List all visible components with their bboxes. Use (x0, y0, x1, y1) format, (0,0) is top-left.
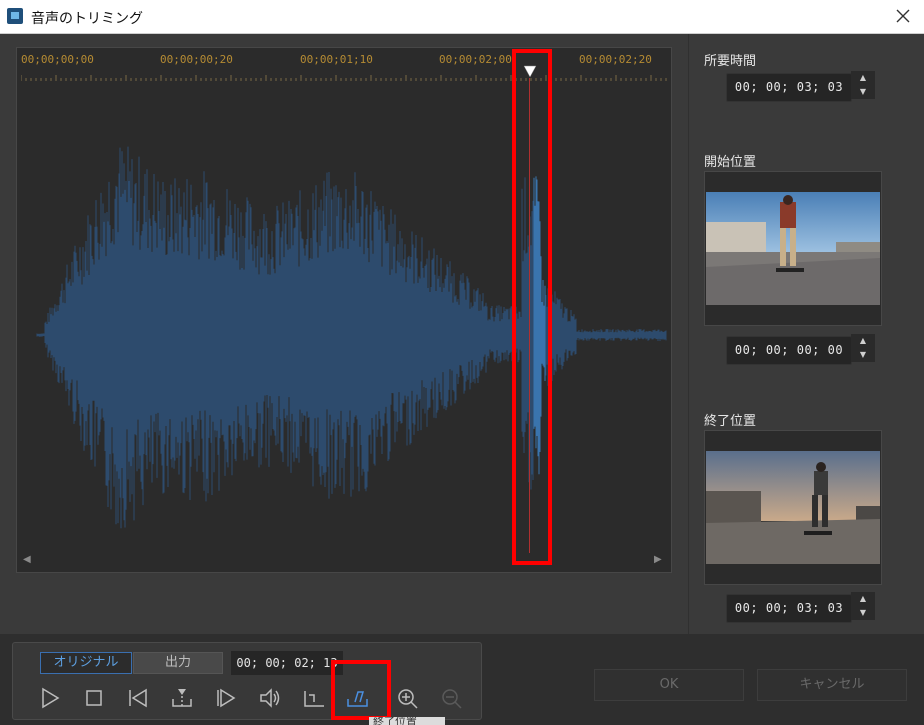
next-frame-icon (217, 688, 236, 708)
divider (688, 34, 689, 634)
playback-controls-panel: オリジナル 出力 00; 00; 02; 13 (12, 642, 482, 720)
play-icon (42, 687, 60, 709)
ruler-timecode: 00;00;00;00 (21, 53, 94, 66)
audio-waveform (36, 146, 667, 529)
next-frame-button[interactable] (211, 683, 241, 713)
stop-button[interactable] (79, 683, 109, 713)
start-frame-image (706, 192, 880, 305)
chevron-up-icon[interactable]: ▲ (851, 71, 875, 85)
duration-label: 所要時間 (704, 54, 757, 69)
cancel-button[interactable]: キャンセル (757, 669, 907, 701)
timeline-ruler[interactable]: 00;00;00;00 00;00;00;20 00;00;01;10 00;0… (17, 48, 671, 82)
marker-icon (172, 689, 192, 707)
close-icon (896, 9, 910, 23)
waveform-panel[interactable]: 00;00;00;00 00;00;00;20 00;00;01;10 00;0… (16, 47, 672, 573)
current-time-field[interactable]: 00; 00; 02; 13 (231, 651, 343, 675)
scroll-right-icon[interactable]: ▶ (654, 554, 662, 565)
chevron-up-icon[interactable]: ▲ (851, 592, 875, 606)
ruler-timecode: 00;00;01;10 (300, 53, 373, 66)
tab-output[interactable]: 出力 (133, 652, 223, 674)
end-position-field[interactable]: 00; 00; 03; 03 (726, 594, 852, 623)
end-position-label: 終了位置 (704, 414, 757, 429)
ruler-timecode: 00;00;02;00 (439, 53, 512, 66)
stop-icon (86, 690, 102, 706)
end-frame-image (706, 451, 880, 564)
ruler-timecode: 00;00;02;20 (579, 53, 652, 66)
ruler-ticks (21, 75, 667, 81)
previous-frame-button[interactable] (123, 683, 153, 713)
highlight-box-mark-out (331, 660, 391, 720)
scroll-left-icon[interactable]: ◀ (23, 554, 31, 565)
main-area: 00;00;00;00 00;00;00;20 00;00;01;10 00;0… (0, 34, 924, 634)
end-thumbnail (704, 430, 882, 585)
start-thumbnail (704, 171, 882, 326)
duration-field[interactable]: 00; 00; 03; 03 (726, 73, 852, 102)
title-bar: 音声のトリミング (0, 0, 924, 34)
zoom-out-icon (442, 689, 462, 709)
window-title: 音声のトリミング (31, 11, 143, 27)
go-to-position-button[interactable] (167, 683, 197, 713)
zoom-in-button[interactable] (393, 683, 423, 713)
start-position-stepper[interactable]: ▲ ▼ (851, 334, 875, 363)
volume-button[interactable] (255, 683, 285, 713)
previous-frame-icon (129, 688, 147, 708)
zoom-in-icon (398, 689, 418, 709)
chevron-down-icon[interactable]: ▼ (851, 348, 875, 362)
mark-in-button[interactable] (299, 683, 329, 713)
chevron-down-icon[interactable]: ▼ (851, 85, 875, 99)
highlight-box-playhead (512, 49, 552, 565)
end-position-stepper[interactable]: ▲ ▼ (851, 592, 875, 621)
ok-button[interactable]: OK (594, 669, 744, 701)
zoom-out-button[interactable] (437, 683, 467, 713)
app-icon (7, 8, 23, 24)
tooltip: 終了位置 (369, 717, 445, 725)
play-button[interactable] (35, 683, 65, 713)
ruler-timecode: 00;00;00;20 (160, 53, 233, 66)
mark-in-icon (304, 691, 324, 707)
start-position-label: 開始位置 (704, 155, 757, 170)
close-button[interactable] (882, 0, 924, 33)
start-position-field[interactable]: 00; 00; 00; 00 (726, 336, 852, 365)
duration-stepper[interactable]: ▲ ▼ (851, 71, 875, 100)
chevron-up-icon[interactable]: ▲ (851, 334, 875, 348)
chevron-down-icon[interactable]: ▼ (851, 606, 875, 620)
tab-original[interactable]: オリジナル (40, 652, 132, 674)
speaker-icon (260, 688, 280, 708)
